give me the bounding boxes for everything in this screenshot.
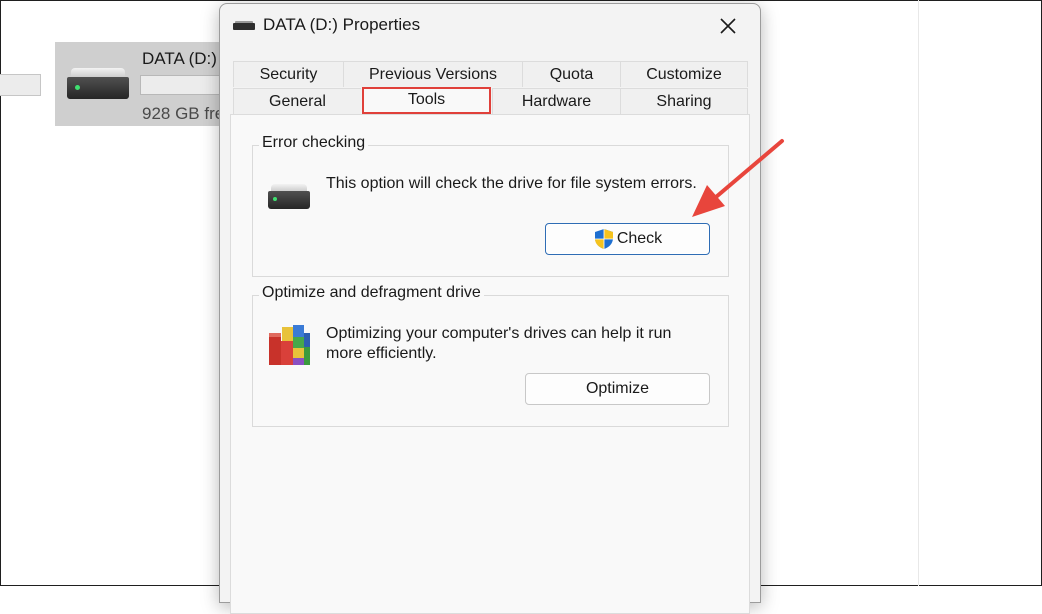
check-button[interactable]: Check (545, 223, 710, 255)
close-icon (720, 18, 736, 34)
tab-previous-versions[interactable]: Previous Versions (343, 61, 522, 87)
check-button-label: Check (616, 230, 663, 247)
error-checking-group: Error checking This option will check th… (252, 134, 729, 277)
tab-quota[interactable]: Quota (522, 61, 620, 87)
drive-tile-name: DATA (D:) (142, 49, 217, 68)
dialog-title: DATA (D:) Properties (263, 15, 421, 34)
uac-shield-icon (594, 229, 613, 249)
optimize-group: Optimize and defragment drive Optimizing… (252, 284, 729, 427)
tab-sharing[interactable]: Sharing (620, 88, 748, 114)
tab-security[interactable]: Security (233, 61, 343, 87)
hard-drive-icon (268, 184, 310, 210)
tab-customize[interactable]: Customize (620, 61, 748, 87)
hard-drive-icon (67, 68, 129, 100)
error-checking-description: This option will check the drive for fil… (326, 175, 697, 192)
explorer-pane-divider (918, 0, 919, 586)
drive-free-space: 928 GB fre (142, 104, 225, 123)
tab-hardware[interactable]: Hardware (492, 88, 620, 114)
optimize-label: Optimize and defragment drive (259, 284, 484, 302)
optimize-button-label: Optimize (585, 380, 650, 397)
explorer-address-bar-fragment (0, 74, 41, 96)
dialog-title-bar[interactable]: DATA (D:) Properties (220, 4, 760, 48)
error-checking-label: Error checking (259, 134, 369, 152)
optimize-description: Optimizing your computer's drives can he… (326, 325, 672, 362)
defragment-icon (269, 325, 310, 365)
optimize-button[interactable]: Optimize (525, 373, 710, 405)
properties-dialog: DATA (D:) Properties Security Previous V… (219, 3, 761, 614)
annotation-arrow-icon (692, 139, 784, 217)
drive-tile-data-d[interactable]: DATA (D:) 928 GB fre (55, 42, 232, 126)
tab-general[interactable]: General (233, 88, 361, 114)
tools-tab-panel: Error checking This option will check th… (230, 114, 750, 614)
drive-title-icon (233, 21, 255, 31)
tab-tools[interactable]: Tools (362, 87, 491, 114)
close-button[interactable] (710, 4, 760, 48)
